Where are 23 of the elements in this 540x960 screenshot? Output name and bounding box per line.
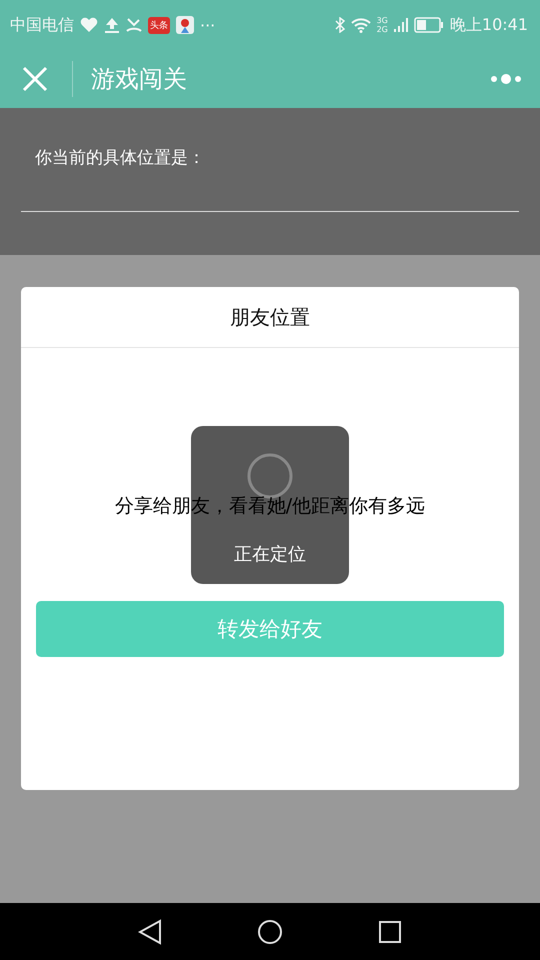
toast-text: 正在定位 [234,543,306,566]
network-type: 2G [376,25,388,34]
battery-icon [414,17,444,33]
heart-icon [80,17,98,33]
location-input-line[interactable] [21,211,519,212]
carrier-name: 中国电信 [10,14,74,36]
network-type: 3G [376,16,388,25]
share-button[interactable]: 转发给好友 [36,601,504,657]
bluetooth-icon [334,17,345,33]
upload-icon [104,17,120,33]
wifi-icon [350,17,371,33]
clock-time: 晚上10:41 [450,14,528,36]
dialog-title: 朋友位置 [230,304,310,330]
back-icon[interactable] [138,918,162,944]
location-label: 你当前的具体位置是： [35,147,206,169]
home-icon[interactable] [256,918,283,944]
recent-apps-icon[interactable] [378,920,402,944]
more-notifications: ··· [200,16,216,34]
signal-icon [394,17,408,33]
app-badge: 头条 [148,16,170,34]
page-title: 游戏闯关 [91,64,188,95]
missed-call-icon [126,17,142,33]
map-pin-icon [176,16,194,34]
